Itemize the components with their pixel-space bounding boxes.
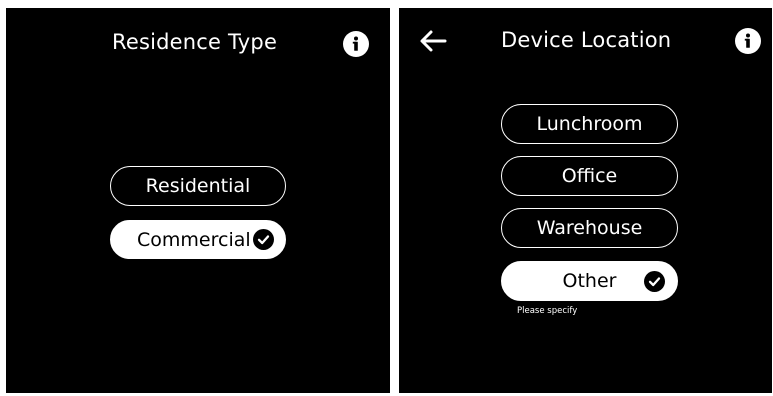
option-warehouse[interactable]: Warehouse bbox=[501, 208, 678, 248]
info-icon[interactable] bbox=[735, 28, 761, 54]
option-residential-label: Residential bbox=[145, 175, 251, 197]
option-office[interactable]: Office bbox=[501, 156, 678, 196]
option-other[interactable]: Other bbox=[501, 261, 678, 301]
option-lunchroom-label: Lunchroom bbox=[536, 113, 643, 135]
option-residential[interactable]: Residential bbox=[110, 166, 286, 206]
residence-type-screen: Residence Type Residential Commercial bbox=[6, 8, 390, 393]
option-commercial-label: Commercial bbox=[137, 228, 251, 251]
option-lunchroom[interactable]: Lunchroom bbox=[501, 104, 678, 144]
please-specify-hint: Please specify bbox=[517, 306, 578, 316]
check-icon bbox=[252, 229, 274, 250]
residence-type-title: Residence Type bbox=[112, 30, 278, 54]
info-icon[interactable] bbox=[343, 31, 369, 57]
option-warehouse-label: Warehouse bbox=[536, 217, 643, 239]
option-office-label: Office bbox=[561, 165, 618, 187]
check-icon bbox=[644, 271, 665, 292]
arrow-left-icon[interactable] bbox=[417, 27, 449, 55]
device-location-screen: Device Location Lunchroom Office Warehou… bbox=[399, 8, 772, 393]
option-other-label: Other bbox=[562, 270, 617, 292]
option-commercial[interactable]: Commercial bbox=[110, 220, 286, 259]
device-location-title: Device Location bbox=[501, 28, 672, 52]
